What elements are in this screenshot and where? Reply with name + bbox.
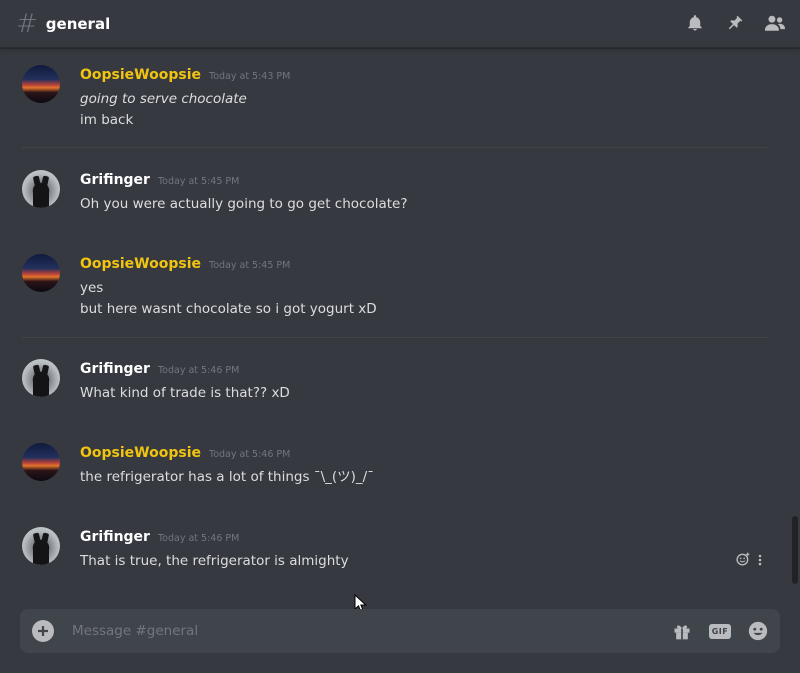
- message-composer: GIF: [20, 609, 780, 653]
- message-divider: [22, 337, 767, 338]
- avatar[interactable]: [22, 170, 60, 208]
- scrollbar-thumb[interactable]: [792, 516, 798, 584]
- avatar[interactable]: [22, 254, 60, 292]
- message-text: going to serve chocolate: [80, 91, 247, 107]
- message-text: That is true, the refrigerator is almigh…: [80, 553, 349, 569]
- message-text: What kind of trade is that?? xD: [80, 385, 290, 401]
- message-author[interactable]: Grifinger: [80, 361, 150, 377]
- gif-icon[interactable]: GIF: [708, 619, 732, 643]
- avatar[interactable]: [22, 65, 60, 103]
- message-text: yes: [80, 280, 104, 296]
- message-text: Oh you were actually going to go get cho…: [80, 196, 408, 212]
- message-input[interactable]: [72, 619, 632, 643]
- message-list[interactable]: OopsieWoopsie Today at 5:43 PM going to …: [0, 49, 790, 613]
- message-text: the refrigerator has a lot of things ¯\_…: [80, 469, 374, 485]
- message-timestamp: Today at 5:45 PM: [157, 176, 240, 187]
- message-divider: [22, 147, 767, 148]
- channel-name: general: [45, 14, 111, 33]
- members-icon[interactable]: [764, 12, 786, 34]
- emoji-icon[interactable]: [746, 619, 770, 643]
- gift-icon[interactable]: [670, 619, 694, 643]
- hashtag-icon: #: [16, 8, 38, 39]
- channel-header: # general: [0, 0, 800, 48]
- add-attachment-icon[interactable]: [32, 620, 54, 642]
- composer-toolbar: GIF: [670, 619, 770, 643]
- message-text: im back: [80, 112, 134, 128]
- message-text: but here wasnt chocolate so i got yogurt…: [80, 301, 377, 317]
- message-timestamp: Today at 5:46 PM: [209, 449, 291, 460]
- avatar[interactable]: [22, 359, 60, 397]
- header-toolbar: [684, 12, 786, 34]
- message-author[interactable]: Grifinger: [80, 529, 150, 545]
- avatar[interactable]: [22, 443, 60, 481]
- add-reaction-icon[interactable]: [736, 551, 750, 570]
- message-timestamp: Today at 5:46 PM: [157, 533, 240, 544]
- avatar[interactable]: [22, 527, 60, 565]
- message-author[interactable]: OopsieWoopsie: [80, 67, 201, 83]
- message-hover-actions: [736, 551, 762, 570]
- message-author[interactable]: OopsieWoopsie: [80, 445, 201, 461]
- message-timestamp: Today at 5:43 PM: [209, 71, 291, 82]
- message-author[interactable]: Grifinger: [80, 172, 150, 188]
- pin-icon[interactable]: [724, 12, 746, 34]
- message-author[interactable]: OopsieWoopsie: [80, 256, 201, 272]
- message-timestamp: Today at 5:46 PM: [157, 365, 240, 376]
- gif-label: GIF: [708, 623, 732, 639]
- more-options-icon[interactable]: [758, 551, 762, 570]
- message-timestamp: Today at 5:45 PM: [209, 260, 291, 271]
- bell-icon[interactable]: [684, 12, 706, 34]
